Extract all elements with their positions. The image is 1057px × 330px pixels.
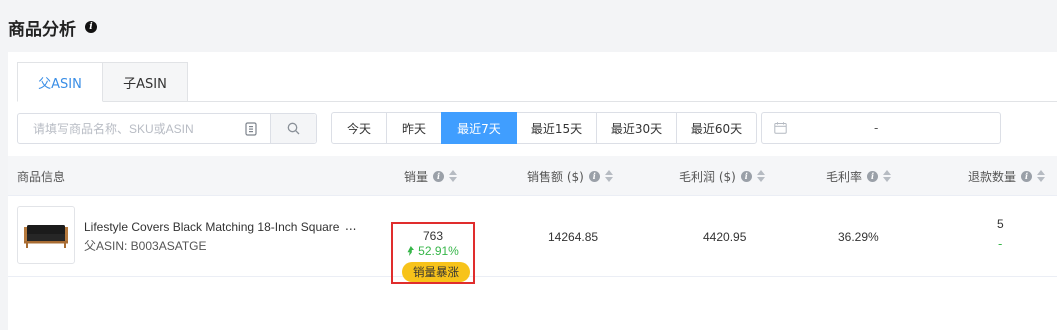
- table-row: Lifestyle Covers Black Matching 18-Inch …: [8, 197, 1057, 284]
- product-title[interactable]: Lifestyle Covers Black Matching 18-Inch …: [84, 220, 339, 234]
- asin-tabs: 父ASIN 子ASIN: [17, 62, 188, 102]
- sort-icon[interactable]: [883, 170, 892, 182]
- info-icon[interactable]: i: [867, 170, 879, 182]
- gross-margin-value: 36.29%: [838, 230, 879, 244]
- search-icon: [287, 122, 300, 135]
- header-product-info: 商品信息: [17, 156, 65, 196]
- refund-change-value: -: [998, 237, 1003, 251]
- tab-child-asin[interactable]: 子ASIN: [102, 62, 188, 102]
- date-filter-group: 今天 昨天 最近7天 最近15天 最近30天 最近60天: [331, 112, 757, 144]
- search-box: [17, 113, 317, 144]
- info-icon[interactable]: i: [433, 170, 445, 182]
- main-panel: 父ASIN 子ASIN 今天 昨天 最近7天 最近15天 最近30天 最近60天: [8, 52, 1057, 330]
- tabs-divider: [17, 101, 1057, 102]
- product-title-more[interactable]: ...: [345, 219, 356, 233]
- header-sales-qty[interactable]: 销量 i: [404, 156, 458, 196]
- calendar-icon: [774, 122, 787, 134]
- sales-qty-cell: 763 52.91% 销量暴涨: [391, 222, 475, 284]
- sales-growth: 52.91%: [393, 244, 473, 258]
- date-last30-button[interactable]: 最近30天: [596, 112, 677, 144]
- sales-qty-value: 763: [422, 229, 444, 243]
- info-icon[interactable]: i: [1021, 170, 1033, 182]
- info-icon[interactable]: i: [588, 170, 600, 182]
- date-range-picker[interactable]: -: [761, 112, 1001, 144]
- date-today-button[interactable]: 今天: [331, 112, 387, 144]
- gross-profit-value: 4420.95: [703, 230, 747, 244]
- header-product-info-label: 商品信息: [17, 169, 66, 184]
- page-title: 商品分析: [8, 19, 76, 40]
- header-refund-qty-label: 退款数量: [968, 169, 1017, 184]
- sofa-product-image[interactable]: [17, 206, 75, 264]
- search-input[interactable]: [18, 114, 240, 143]
- sort-icon[interactable]: [756, 170, 765, 182]
- page-header: 商品分析 i: [8, 14, 97, 40]
- sort-icon[interactable]: [449, 170, 458, 182]
- info-icon[interactable]: i: [740, 170, 752, 182]
- header-gross-margin[interactable]: 毛利率 i: [826, 156, 892, 196]
- sort-icon[interactable]: [1037, 170, 1046, 182]
- table-header: 商品信息 销量 i 销售额 ($) i 毛利润 ($) i 毛利率 i 退款数量…: [8, 156, 1057, 196]
- sales-surge-badge: 销量暴涨: [402, 262, 470, 282]
- sales-amount-value: 14264.85: [548, 230, 599, 244]
- sort-icon[interactable]: [604, 170, 613, 182]
- header-sales-amount-label: 销售额 ($): [527, 169, 584, 184]
- header-gross-profit-label: 毛利润 ($): [679, 169, 736, 184]
- date-last60-button[interactable]: 最近60天: [676, 112, 757, 144]
- search-button[interactable]: [270, 114, 316, 143]
- product-asin: 父ASIN: B003ASATGE: [84, 239, 207, 253]
- header-sales-amount[interactable]: 销售额 ($) i: [527, 156, 613, 196]
- scan-icon[interactable]: [240, 114, 262, 143]
- date-last7-button[interactable]: 最近7天: [441, 112, 517, 144]
- date-range-separator: -: [874, 121, 879, 135]
- header-sales-qty-label: 销量: [404, 169, 429, 184]
- date-yesterday-button[interactable]: 昨天: [386, 112, 442, 144]
- sales-growth-value: 52.91%: [418, 244, 459, 258]
- growth-arrow-icon: [407, 246, 415, 256]
- header-gross-profit[interactable]: 毛利润 ($) i: [679, 156, 765, 196]
- tab-parent-asin[interactable]: 父ASIN: [17, 62, 103, 102]
- refund-qty-value: 5: [997, 217, 1004, 231]
- header-refund-qty[interactable]: 退款数量 i: [968, 156, 1046, 196]
- header-gross-margin-label: 毛利率: [826, 169, 863, 184]
- date-last15-button[interactable]: 最近15天: [516, 112, 597, 144]
- info-icon[interactable]: i: [85, 21, 97, 33]
